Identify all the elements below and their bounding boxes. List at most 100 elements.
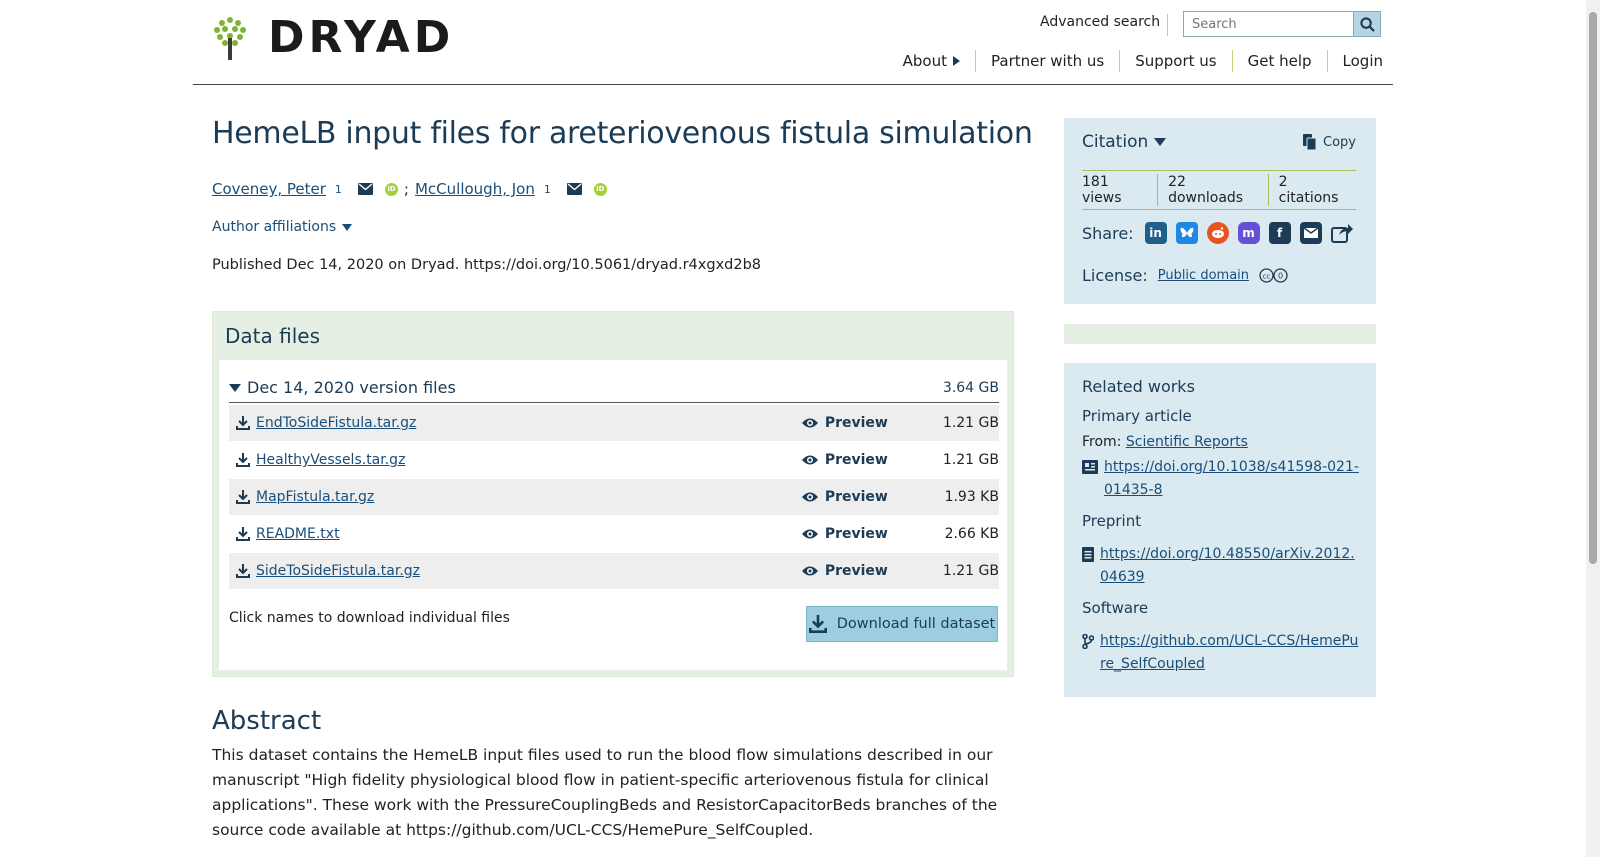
version-toggle[interactable]: Dec 14, 2020 version files 3.64 GB xyxy=(229,378,999,403)
email-icon[interactable] xyxy=(566,183,582,195)
abstract-text: This dataset contains the HemeLB input f… xyxy=(212,746,998,839)
preview-label: Preview xyxy=(824,452,888,468)
svg-text:0: 0 xyxy=(1278,272,1283,281)
eye-icon xyxy=(801,455,818,465)
license-link[interactable]: Public domain xyxy=(1158,268,1249,283)
nav-support[interactable]: Support us xyxy=(1120,50,1233,72)
share-icon[interactable] xyxy=(1330,222,1353,244)
preview-button[interactable]: Preview xyxy=(801,489,920,505)
nav-partner[interactable]: Partner with us xyxy=(976,50,1121,72)
file-download-link[interactable]: HealthyVessels.tar.gz xyxy=(256,452,405,468)
facebook-icon[interactable]: f xyxy=(1268,222,1291,244)
primary-article-link[interactable]: https://doi.org/10.1038/s41598-021-01435… xyxy=(1104,456,1362,502)
data-files-heading: Data files xyxy=(225,324,320,348)
affiliations-label: Author affiliations xyxy=(212,219,337,235)
affiliation-ref[interactable]: 1 xyxy=(335,183,342,196)
file-download-link[interactable]: README.txt xyxy=(256,526,340,542)
scrollbar-thumb[interactable] xyxy=(1589,12,1597,564)
file-row: README.txt Preview 2.66 KB xyxy=(229,516,999,552)
citations-count[interactable]: 2 citations xyxy=(1269,174,1356,206)
abstract-heading: Abstract xyxy=(212,706,322,736)
search-input[interactable] xyxy=(1183,11,1353,37)
affiliation-ref[interactable]: 1 xyxy=(544,183,551,196)
software-label: Software xyxy=(1082,599,1149,617)
author-link[interactable]: Coveney, Peter xyxy=(212,180,326,198)
download-hint: Click names to download individual files xyxy=(229,610,510,626)
software-link[interactable]: https://github.com/UCL-CCS/HemePure_Self… xyxy=(1100,630,1362,676)
download-icon xyxy=(808,615,827,633)
download-full-dataset-label: Download full dataset xyxy=(836,616,996,632)
download-icon xyxy=(236,453,250,467)
mastodon-icon[interactable]: m xyxy=(1237,222,1260,244)
document-icon xyxy=(1082,547,1094,562)
bluesky-icon[interactable] xyxy=(1175,222,1198,244)
author-list: Coveney, Peter 1 iD ; McCullough, Jon 1 … xyxy=(212,180,607,198)
nav-about[interactable]: About xyxy=(888,50,976,72)
file-row: MapFistula.tar.gz Preview 1.93 KB xyxy=(229,479,999,515)
header-divider xyxy=(193,84,1393,85)
file-row: HealthyVessels.tar.gz Preview 1.21 GB xyxy=(229,442,999,478)
preview-button[interactable]: Preview xyxy=(801,526,920,542)
nav-login[interactable]: Login xyxy=(1328,50,1383,72)
public-domain-icon: cc 0 xyxy=(1259,268,1288,283)
caret-down-icon xyxy=(229,383,241,392)
file-size: 1.21 GB xyxy=(942,415,999,431)
version-label-text: Dec 14, 2020 version files xyxy=(247,378,456,397)
nav-about-label: About xyxy=(902,52,947,70)
orcid-icon[interactable]: iD xyxy=(593,182,607,196)
caret-down-icon xyxy=(1154,138,1167,146)
page-title: HemeLB input files for areteriovenous fi… xyxy=(212,116,1033,151)
logo-wordmark: DRYAD xyxy=(268,12,455,63)
files-list-container: Dec 14, 2020 version files 3.64 GB EndTo… xyxy=(219,360,1007,670)
reddit-icon[interactable] xyxy=(1206,222,1229,244)
version-label: Dec 14, 2020 version files xyxy=(229,378,456,397)
journal-link[interactable]: Scientific Reports xyxy=(1126,434,1248,450)
download-icon xyxy=(236,490,250,504)
author-affiliations-toggle[interactable]: Author affiliations xyxy=(212,219,353,235)
file-size: 1.21 GB xyxy=(942,563,999,579)
sidebar-spacer xyxy=(1064,324,1376,344)
preprint-link[interactable]: https://doi.org/10.48550/arXiv.2012.0463… xyxy=(1100,543,1362,589)
scrollbar[interactable] xyxy=(1586,0,1600,857)
file-size: 2.66 KB xyxy=(944,526,999,542)
email-icon[interactable] xyxy=(357,183,373,195)
primary-article-source: From: Scientific Reports xyxy=(1082,434,1248,450)
tree-logo-icon xyxy=(214,17,246,60)
file-download-link[interactable]: MapFistula.tar.gz xyxy=(256,489,374,505)
author-link[interactable]: McCullough, Jon xyxy=(415,180,535,198)
eye-icon xyxy=(801,492,818,502)
linkedin-icon[interactable]: in xyxy=(1144,222,1167,244)
citation-label: Citation xyxy=(1082,132,1149,152)
preview-button[interactable]: Preview xyxy=(801,415,920,431)
copy-citation-button[interactable]: Copy xyxy=(1303,134,1356,150)
data-files-panel: Data files Dec 14, 2020 version files 3.… xyxy=(212,311,1014,677)
dryad-logo[interactable]: DRYAD xyxy=(212,16,454,60)
citation-toggle[interactable]: Citation xyxy=(1082,132,1167,152)
version-size: 3.64 GB xyxy=(942,379,999,396)
file-size: 1.21 GB xyxy=(942,452,999,468)
license-row: License: Public domain cc 0 xyxy=(1082,266,1289,285)
nav-help[interactable]: Get help xyxy=(1233,50,1328,72)
advanced-search-link[interactable]: Advanced search xyxy=(1040,14,1160,30)
eye-icon xyxy=(801,566,818,576)
download-full-dataset-button[interactable]: Download full dataset xyxy=(806,606,998,642)
search-button[interactable] xyxy=(1353,11,1381,37)
preview-label: Preview xyxy=(824,489,888,505)
preview-button[interactable]: Preview xyxy=(801,452,920,468)
primary-article-item: https://doi.org/10.1038/s41598-021-01435… xyxy=(1082,456,1362,502)
license-label: License: xyxy=(1082,266,1148,285)
related-works-heading: Related works xyxy=(1082,377,1195,396)
preview-label: Preview xyxy=(824,563,888,579)
share-bar: Share: in m f xyxy=(1082,222,1353,244)
search-icon xyxy=(1359,16,1375,32)
file-row: EndToSideFistula.tar.gz Preview 1.21 GB xyxy=(229,405,999,441)
related-works: Related works Primary article From: Scie… xyxy=(1064,363,1376,697)
preview-button[interactable]: Preview xyxy=(801,563,920,579)
share-label: Share: xyxy=(1082,223,1134,243)
file-download-link[interactable]: SideToSideFistula.tar.gz xyxy=(256,563,420,579)
download-icon xyxy=(236,527,250,541)
file-row: SideToSideFistula.tar.gz Preview 1.21 GB xyxy=(229,553,999,589)
file-download-link[interactable]: EndToSideFistula.tar.gz xyxy=(256,415,416,431)
email-share-icon[interactable] xyxy=(1299,222,1322,244)
orcid-icon[interactable]: iD xyxy=(384,182,398,196)
